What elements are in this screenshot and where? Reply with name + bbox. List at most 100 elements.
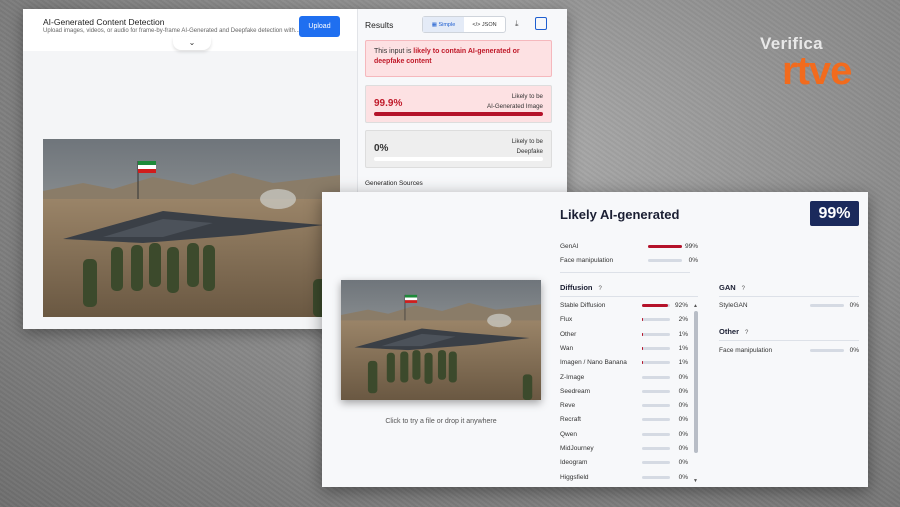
card-progress-bar xyxy=(374,157,543,161)
row-label: Imagen / Nano Banana xyxy=(560,359,627,367)
app-subtitle: Upload images, videos, or audio for fram… xyxy=(43,28,300,34)
card-progress-fill xyxy=(374,112,543,116)
scroll-down-icon[interactable]: ▼ xyxy=(693,478,698,484)
card-label-line2: AI-Generated Image xyxy=(486,103,543,110)
score-row: Seedream 0% xyxy=(560,387,688,397)
card-percentage: 0% xyxy=(374,143,389,154)
score-row: Wan 1% xyxy=(560,344,688,354)
row-label: Z-Image xyxy=(560,373,585,381)
row-bar xyxy=(642,361,670,365)
report-icon[interactable] xyxy=(535,17,547,30)
score-row: Z-Image 0% xyxy=(560,373,688,383)
row-label: MidJourney xyxy=(560,445,594,452)
scroll-up-icon[interactable]: ▲ xyxy=(693,303,698,309)
row-bar xyxy=(642,461,670,465)
ai-warning-alert: This input is likely to contain AI-gener… xyxy=(365,40,552,77)
toggle-simple-label: Simple xyxy=(438,21,456,28)
row-percentage: 1% xyxy=(678,330,688,338)
row-percentage: 1% xyxy=(678,359,688,367)
row-percentage: 0% xyxy=(678,402,688,410)
row-bar xyxy=(810,349,844,352)
aircraft-scene-image xyxy=(43,139,340,317)
help-icon[interactable]: ? xyxy=(745,330,748,336)
chevron-down-icon[interactable]: ⌄ xyxy=(173,37,211,50)
row-bar-fill xyxy=(642,318,643,322)
row-bar xyxy=(642,332,670,336)
row-label: Reve xyxy=(560,402,576,410)
scrollbar[interactable]: ▲ ▼ xyxy=(693,303,698,484)
verdict-title: Likely AI-generated xyxy=(560,207,680,222)
score-row: Ideogram 0% xyxy=(560,458,688,468)
row-percentage: 0% xyxy=(678,416,688,424)
gan-title: GAN xyxy=(719,283,736,292)
divider xyxy=(719,340,859,341)
row-label: Flux xyxy=(560,316,573,324)
row-percentage: 0% xyxy=(678,459,688,467)
card-progress-bar xyxy=(374,112,543,116)
row-bar xyxy=(642,404,670,408)
list-icon: ▦ xyxy=(431,21,439,28)
results-title: Results xyxy=(365,20,394,30)
row-percentage: 0% xyxy=(678,473,688,481)
help-icon[interactable]: ? xyxy=(742,286,745,292)
card-label-line1: Likely to be xyxy=(511,138,543,145)
other-heading: Other? xyxy=(719,327,748,336)
ai-generated-card: 99.9% Likely to be AI-Generated Image xyxy=(365,85,552,123)
generation-sources-heading: Generation Sources xyxy=(365,180,423,187)
score-row: Other 1% xyxy=(560,330,688,340)
row-percentage: 92% xyxy=(674,302,688,309)
score-row: Imagen / Nano Banana 1% xyxy=(560,358,688,368)
toggle-simple[interactable]: ▦ Simple xyxy=(423,17,464,32)
row-bar xyxy=(642,418,670,422)
view-toggle: ▦ Simple </> JSON xyxy=(422,16,506,33)
upload-panel: AI-Generated Content Detection Upload im… xyxy=(23,9,357,329)
help-icon[interactable]: ? xyxy=(599,286,602,292)
score-row: MidJourney 0% xyxy=(560,444,688,454)
score-row: StyleGAN 0% xyxy=(719,301,859,311)
row-percentage: 0% xyxy=(849,347,859,354)
row-percentage: 0% xyxy=(678,445,688,452)
card-percentage: 99.9% xyxy=(374,98,403,109)
diffusion-heading: Diffusion? xyxy=(560,283,602,292)
score-row: Stable Diffusion 92% xyxy=(560,301,688,311)
uploaded-image-preview[interactable] xyxy=(43,139,340,317)
score-row: Recraft 0% xyxy=(560,415,688,425)
analyzed-image-preview[interactable] xyxy=(341,280,541,400)
upload-button[interactable]: Upload xyxy=(299,16,340,37)
row-label: Other xyxy=(560,330,577,338)
card-label: Likely to be AI-Generated Image xyxy=(487,92,543,112)
toggle-json[interactable]: </> JSON xyxy=(464,17,505,32)
row-label: Face manipulation xyxy=(719,347,773,354)
row-label: Higgsfield xyxy=(560,473,589,481)
row-percentage: 2% xyxy=(678,316,688,324)
row-bar-fill xyxy=(648,245,682,248)
gan-heading: GAN? xyxy=(719,283,745,292)
row-percentage: 0% xyxy=(678,373,688,381)
row-bar xyxy=(642,447,670,450)
download-icon[interactable]: ⤓ xyxy=(515,19,519,29)
row-label: Seedream xyxy=(560,387,590,395)
row-bar xyxy=(642,304,670,307)
score-panel: Likely AI-generated 99% GenAI 99% Face man… xyxy=(560,192,868,487)
row-bar-fill xyxy=(642,304,668,307)
score-row: Flux 2% xyxy=(560,315,688,325)
row-bar xyxy=(642,346,670,350)
drop-hint[interactable]: Click to try a file or drop it anywhere xyxy=(322,418,560,425)
row-label: Stable Diffusion xyxy=(560,302,606,309)
other-title: Other xyxy=(719,327,740,336)
row-bar xyxy=(642,432,670,436)
row-label: Qwen xyxy=(560,430,577,438)
row-bar xyxy=(642,475,670,479)
row-bar xyxy=(648,245,682,248)
overall-score-badge: 99% xyxy=(810,201,859,226)
alert-prefix: This input is xyxy=(374,48,414,55)
app-title: AI-Generated Content Detection xyxy=(43,17,165,27)
row-bar xyxy=(642,318,670,322)
scroll-thumb[interactable] xyxy=(694,311,698,453)
row-label: StyleGAN xyxy=(719,302,748,309)
score-row: Qwen 0% xyxy=(560,430,688,440)
divider xyxy=(719,296,859,297)
divider xyxy=(560,296,698,297)
row-label: GenAI xyxy=(560,243,579,250)
row-percentage: 1% xyxy=(678,344,688,352)
